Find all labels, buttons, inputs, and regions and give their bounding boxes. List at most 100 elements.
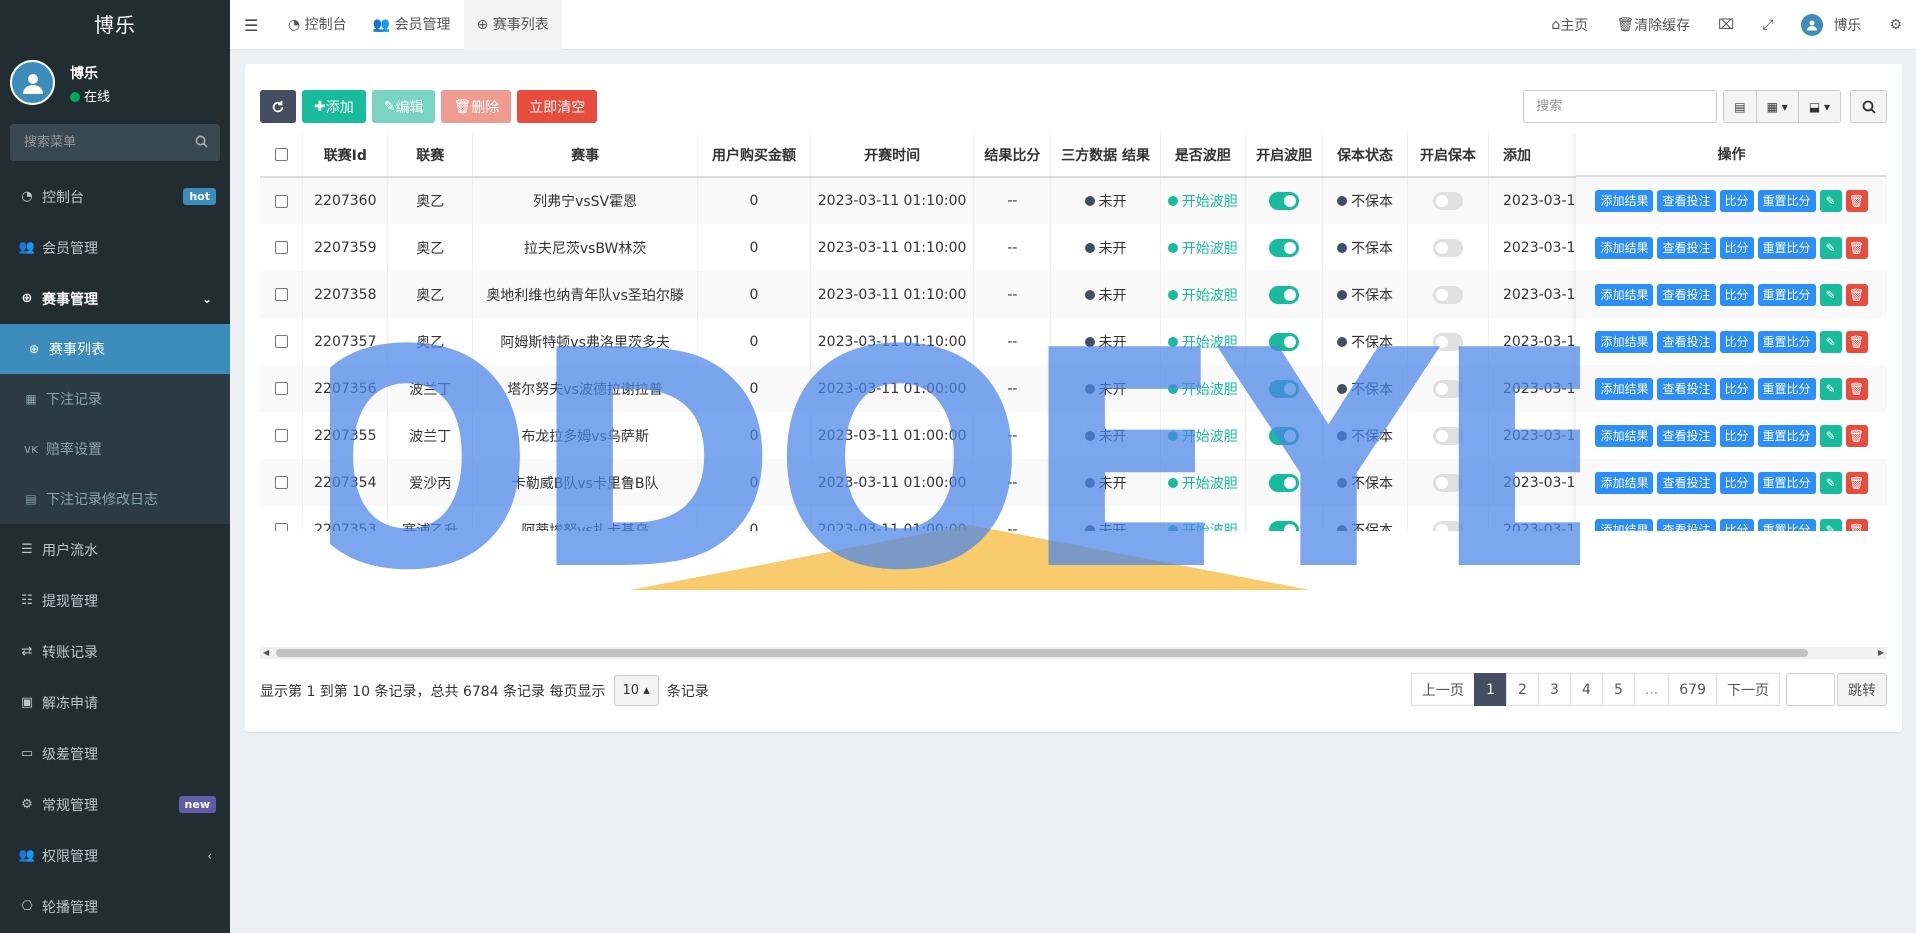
sidebar-item-transfers[interactable]: ⇄ 转账记录 — [0, 626, 230, 677]
reset-score-button[interactable]: 重置比分 — [1757, 330, 1816, 353]
row-edit-button[interactable]: ✎ — [1819, 377, 1842, 400]
row-delete-button[interactable]: 🗑 — [1845, 189, 1868, 212]
view-bets-button[interactable]: 查看投注 — [1657, 330, 1716, 353]
row-delete-button[interactable]: 🗑 — [1845, 283, 1868, 306]
sidebar-item-permissions[interactable]: 👥 权限管理 ‹ — [0, 830, 230, 881]
score-button[interactable]: 比分 — [1719, 189, 1754, 212]
next-page-button[interactable]: 下一页 — [1716, 673, 1780, 706]
page-button[interactable]: 679 — [1668, 673, 1717, 706]
add-result-button[interactable]: 添加结果 — [1595, 424, 1654, 447]
user-menu[interactable]: 博乐 — [1787, 14, 1875, 36]
col-start-time[interactable]: 开赛时间 — [810, 133, 975, 178]
reset-score-button[interactable]: 重置比分 — [1757, 189, 1816, 212]
row-edit-button[interactable]: ✎ — [1819, 518, 1842, 531]
tab-dashboard[interactable]: ◔ 控制台 — [275, 0, 360, 50]
row-checkbox[interactable] — [274, 194, 288, 208]
scroll-right-icon[interactable]: ▶ — [1878, 647, 1884, 659]
sidebar-item-dashboard[interactable]: ◔ 控制台 hot — [0, 171, 230, 222]
row-edit-button[interactable]: ✎ — [1819, 189, 1842, 212]
reset-score-button[interactable]: 重置比分 — [1757, 471, 1816, 494]
refresh-button[interactable] — [260, 90, 296, 123]
table-search-input[interactable] — [1523, 90, 1718, 123]
bodan-toggle[interactable] — [1269, 192, 1300, 210]
col-enable-bodan[interactable]: 开启波胆 — [1245, 133, 1324, 178]
clear-now-button[interactable]: 立即清空 — [517, 90, 598, 123]
page-button[interactable]: 3 — [1537, 673, 1571, 706]
jump-page-input[interactable] — [1786, 673, 1835, 706]
row-checkbox[interactable] — [274, 382, 288, 395]
export-button[interactable]: ⬓ ▾ — [1798, 91, 1840, 122]
sidebar-item-event-list[interactable]: ⊕ 赛事列表 — [0, 324, 230, 374]
score-button[interactable]: 比分 — [1719, 471, 1754, 494]
sidebar-item-members[interactable]: 👥 会员管理 — [0, 222, 230, 273]
baoben-toggle[interactable] — [1432, 520, 1463, 531]
view-bets-button[interactable]: 查看投注 — [1657, 377, 1716, 400]
baoben-toggle[interactable] — [1432, 332, 1463, 351]
view-bets-button[interactable]: 查看投注 — [1657, 518, 1716, 531]
reset-score-button[interactable]: 重置比分 — [1757, 424, 1816, 447]
delete-button[interactable]: 🗑 删除 — [441, 90, 512, 123]
row-checkbox[interactable] — [274, 476, 288, 489]
sidebar-item-bet-records[interactable]: ▦ 下注记录 — [0, 374, 230, 424]
col-baoben-status[interactable]: 保本状态 — [1322, 133, 1408, 178]
add-result-button[interactable]: 添加结果 — [1595, 283, 1654, 306]
row-edit-button[interactable]: ✎ — [1819, 283, 1842, 306]
advanced-search-button[interactable] — [1850, 90, 1887, 123]
baoben-toggle[interactable] — [1432, 379, 1463, 398]
select-all-checkbox[interactable] — [274, 148, 288, 161]
search-icon[interactable] — [195, 135, 208, 152]
col-match[interactable]: 赛事 — [472, 133, 699, 178]
view-bets-button[interactable]: 查看投注 — [1657, 424, 1716, 447]
horizontal-scrollbar[interactable]: ◀ ▶ — [260, 647, 1887, 659]
sidebar-toggle-icon[interactable]: ☰ — [244, 16, 258, 35]
sidebar-item-withdrawals[interactable]: ☷ 提现管理 — [0, 575, 230, 626]
sidebar-item-bet-edit-log[interactable]: ▤ 下注记录修改日志 — [0, 474, 230, 524]
row-checkbox[interactable] — [274, 288, 288, 301]
add-result-button[interactable]: 添加结果 — [1595, 236, 1654, 259]
bodan-toggle[interactable] — [1269, 285, 1300, 304]
score-button[interactable]: 比分 — [1719, 283, 1754, 306]
add-button[interactable]: ✚ 添加 — [302, 90, 366, 123]
row-checkbox[interactable] — [274, 523, 288, 531]
col-is-bodan[interactable]: 是否波胆 — [1160, 133, 1247, 178]
sidebar-item-unfreeze[interactable]: ▣ 解冻申请 — [0, 677, 230, 728]
bodan-toggle[interactable] — [1269, 238, 1300, 257]
toggle-view-button[interactable]: ▤ — [1724, 91, 1757, 122]
row-delete-button[interactable]: 🗑 — [1845, 471, 1868, 494]
menu-search-input[interactable] — [10, 124, 220, 161]
col-league-id[interactable]: 联赛Id — [302, 133, 389, 178]
home-link[interactable]: ⌂ 主页 — [1537, 15, 1602, 35]
baoben-toggle[interactable] — [1432, 285, 1463, 304]
row-delete-button[interactable]: 🗑 — [1845, 424, 1868, 447]
score-button[interactable]: 比分 — [1719, 236, 1754, 259]
baoben-toggle[interactable] — [1432, 426, 1463, 445]
view-bets-button[interactable]: 查看投注 — [1657, 471, 1716, 494]
sidebar-item-user-flow[interactable]: ☰ 用户流水 — [0, 524, 230, 575]
reset-score-button[interactable]: 重置比分 — [1757, 236, 1816, 259]
sidebar-item-carousel[interactable]: ⎔ 轮播管理 — [0, 881, 230, 932]
row-checkbox[interactable] — [274, 335, 288, 348]
sidebar-item-events[interactable]: ⊕ 赛事管理 ⌄ — [0, 273, 230, 324]
view-bets-button[interactable]: 查看投注 — [1657, 236, 1716, 259]
col-enable-baoben[interactable]: 开启保本 — [1407, 133, 1489, 178]
reset-score-button[interactable]: 重置比分 — [1757, 283, 1816, 306]
sidebar-item-level-diff[interactable]: ▭ 级差管理 — [0, 728, 230, 779]
score-button[interactable]: 比分 — [1719, 424, 1754, 447]
columns-button[interactable]: ▦ ▾ — [1756, 91, 1799, 122]
row-delete-button[interactable]: 🗑 — [1845, 330, 1868, 353]
score-button[interactable]: 比分 — [1719, 330, 1754, 353]
add-result-button[interactable]: 添加结果 — [1595, 471, 1654, 494]
col-amount[interactable]: 用户购买金额 — [697, 133, 811, 178]
fullscreen-icon[interactable]: ⤢ — [1748, 17, 1787, 33]
language-icon[interactable]: ⌧ — [1704, 17, 1748, 33]
bodan-toggle[interactable] — [1269, 332, 1300, 351]
row-checkbox[interactable] — [274, 429, 288, 442]
settings-gear-icon[interactable]: ⚙ — [1875, 17, 1916, 33]
col-third-party[interactable]: 三方数据 结果 — [1050, 133, 1161, 178]
bodan-toggle[interactable] — [1269, 426, 1300, 445]
prev-page-button[interactable]: 上一页 — [1410, 673, 1475, 706]
add-result-button[interactable]: 添加结果 — [1595, 330, 1654, 353]
scrollbar-thumb[interactable] — [276, 649, 1808, 657]
row-delete-button[interactable]: 🗑 — [1845, 377, 1868, 400]
add-result-button[interactable]: 添加结果 — [1595, 518, 1654, 531]
